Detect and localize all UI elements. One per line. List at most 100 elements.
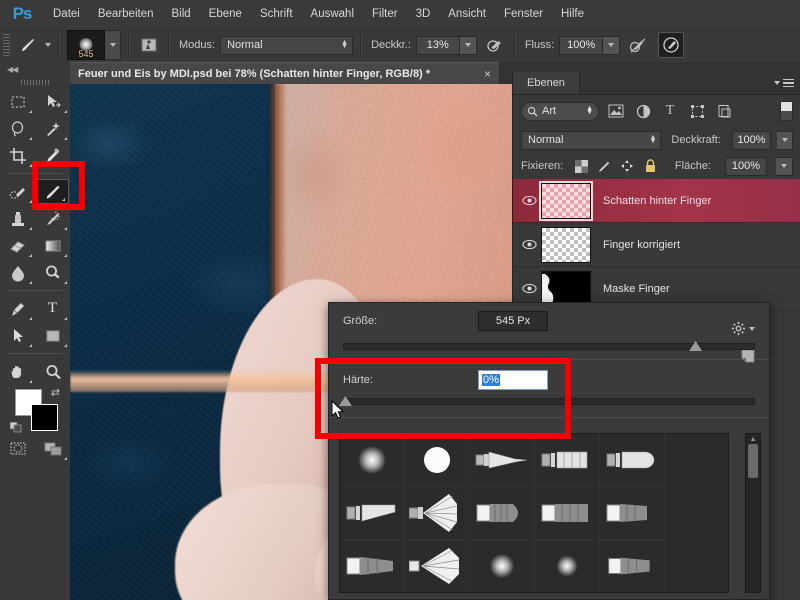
menu-item-schrift[interactable]: Schrift [251, 0, 302, 28]
brush-hardness-input[interactable]: 0% [478, 370, 548, 390]
filter-smart-objects-icon[interactable] [714, 101, 734, 121]
default-colors-icon[interactable] [9, 421, 22, 433]
brush-grid-scrollbar[interactable]: ▲ [745, 433, 761, 593]
brush-preset-tile[interactable] [340, 434, 405, 487]
brush-preset-tile[interactable] [340, 540, 405, 592]
tool-clone-stamp[interactable] [0, 205, 35, 232]
brush-preset-tile[interactable] [535, 434, 600, 487]
layer-thumbnail[interactable] [539, 180, 593, 221]
tool-type[interactable]: T [35, 295, 70, 322]
brush-preset-grid[interactable] [339, 433, 729, 593]
scrollbar-thumb[interactable] [748, 444, 758, 478]
tool-eraser[interactable] [0, 232, 35, 259]
menu-item-datei[interactable]: Datei [44, 0, 89, 28]
tool-history-brush[interactable] [35, 205, 70, 232]
layer-visibility-icon[interactable] [517, 283, 541, 294]
brush-preset-chevron-icon[interactable] [45, 43, 51, 47]
tool-spot-healing-brush[interactable] [0, 178, 35, 205]
table-row[interactable]: Schatten hinter Finger [513, 179, 800, 223]
menu-item-bearbeiten[interactable]: Bearbeiten [89, 0, 163, 28]
layer-blend-mode-select[interactable]: Normal ▲ ▼ [521, 130, 662, 150]
brush-hardness-slider[interactable] [338, 394, 755, 408]
brush-preset-dropdown[interactable] [105, 30, 121, 60]
layer-visibility-icon[interactable] [517, 195, 541, 206]
airbrush-toggle-button[interactable] [626, 33, 650, 57]
tool-path-selection[interactable] [0, 322, 35, 349]
filter-adjustment-layers-icon[interactable] [633, 101, 653, 121]
brush-preset-picker-popup[interactable]: Größe: 545 Px Härte: 0% ▲ [328, 302, 770, 600]
tool-gradient[interactable] [35, 232, 70, 259]
menu-item-3d[interactable]: 3D [407, 0, 440, 28]
tool-brush[interactable] [36, 179, 69, 204]
layer-fill-input[interactable]: 100% [725, 156, 767, 176]
menu-item-hilfe[interactable]: Hilfe [552, 0, 593, 28]
brush-tool-icon[interactable] [15, 33, 41, 57]
screen-mode-button[interactable] [35, 435, 70, 462]
opacity-pressure-toggle[interactable] [483, 33, 507, 57]
tool-hand[interactable] [0, 358, 35, 385]
menu-item-fenster[interactable]: Fenster [495, 0, 552, 28]
collapse-panel-button[interactable]: ◀◀ [0, 62, 70, 76]
brush-preset-tile[interactable] [470, 540, 535, 592]
brush-preset-tile[interactable] [470, 487, 535, 540]
panel-menu-icon[interactable] [774, 78, 794, 88]
layer-fill-dropdown[interactable] [776, 156, 793, 176]
brush-preset-tile[interactable] [405, 487, 470, 540]
flow-dropdown[interactable] [603, 35, 621, 55]
brush-size-slider[interactable] [343, 339, 755, 353]
tool-magic-wand[interactable] [35, 115, 70, 142]
brush-preset-tile[interactable] [600, 434, 665, 487]
menu-item-ebene[interactable]: Ebene [200, 0, 251, 28]
brush-preset-tile[interactable] [535, 540, 600, 592]
brush-size-input[interactable]: 545 Px [478, 311, 548, 331]
lock-position-icon[interactable] [620, 159, 634, 173]
menu-item-bild[interactable]: Bild [162, 0, 199, 28]
swap-colors-icon[interactable]: ⇄ [51, 386, 60, 399]
tool-move[interactable] [35, 88, 70, 115]
brush-preset-tile[interactable] [600, 487, 665, 540]
brush-preset-tile[interactable] [405, 434, 470, 487]
opacity-input[interactable]: 13% [415, 35, 460, 55]
tool-rectangle[interactable] [35, 322, 70, 349]
brush-preset-tile[interactable] [340, 487, 405, 540]
filter-shape-layers-icon[interactable] [687, 101, 707, 121]
brush-preset-tile[interactable] [405, 540, 470, 592]
brush-panel-toggle-button[interactable] [137, 33, 161, 57]
blend-mode-select[interactable]: Normal ▲ ▼ [220, 35, 354, 55]
tool-dodge[interactable] [35, 259, 70, 286]
menu-item-ansicht[interactable]: Ansicht [439, 0, 495, 28]
brush-preset-tile[interactable] [535, 487, 600, 540]
lock-transparent-pixels-icon[interactable] [574, 159, 588, 173]
lock-all-icon[interactable] [643, 159, 657, 173]
menu-item-filter[interactable]: Filter [363, 0, 407, 28]
quick-mask-mode-button[interactable] [0, 435, 35, 462]
background-color-swatch[interactable] [31, 404, 58, 431]
layer-visibility-icon[interactable] [517, 239, 541, 250]
tool-zoom[interactable] [35, 358, 70, 385]
tool-eyedropper[interactable] [35, 142, 70, 169]
layer-thumbnail[interactable] [541, 226, 591, 263]
menu-item-auswahl[interactable]: Auswahl [302, 0, 363, 28]
flow-input[interactable]: 100% [559, 35, 604, 55]
document-tab[interactable]: Feuer und Eis by MDI.psd bei 78% (Schatt… [70, 62, 500, 84]
brush-preset-tile[interactable] [470, 434, 535, 487]
brush-preset-settings-menu[interactable] [731, 321, 755, 336]
layer-opacity-input[interactable]: 100% [731, 130, 772, 150]
tool-pen[interactable] [0, 295, 35, 322]
tool-marquee[interactable] [0, 88, 35, 115]
filter-pixel-layers-icon[interactable] [606, 101, 626, 121]
lock-image-pixels-icon[interactable] [597, 159, 611, 173]
layer-filter-type-select[interactable]: Art ▲ ▼ [521, 101, 599, 121]
tool-blur[interactable] [0, 259, 35, 286]
close-icon[interactable]: × [476, 67, 491, 81]
brush-size-preview[interactable]: 545 [67, 30, 105, 60]
options-bar-grip[interactable] [3, 34, 10, 56]
size-pressure-toggle-button[interactable] [658, 32, 685, 58]
filter-enable-toggle[interactable] [780, 101, 793, 121]
scroll-up-icon[interactable]: ▲ [746, 434, 760, 444]
tools-panel-grip[interactable] [0, 76, 70, 88]
tool-crop[interactable] [0, 142, 35, 169]
opacity-dropdown[interactable] [459, 35, 477, 55]
brush-preset-tile[interactable] [600, 540, 665, 592]
filter-type-layers-icon[interactable]: T [660, 101, 680, 121]
